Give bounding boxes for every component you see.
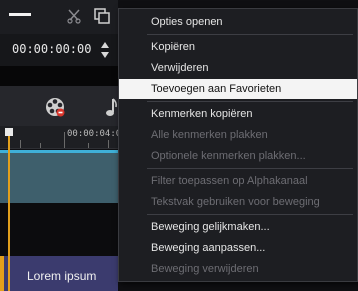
playhead-line[interactable]	[8, 128, 10, 291]
ruler-time-label: 00:00:04:0	[67, 129, 122, 139]
menu-item-open-options[interactable]: Opties openen	[119, 12, 357, 32]
ruler-tick	[20, 140, 21, 148]
playhead-handle[interactable]	[5, 128, 13, 136]
menu-item-add-to-favorites[interactable]: Toevoegen aan Favorieten	[119, 79, 357, 99]
menu-item-apply-alpha-filter[interactable]: Filter toepassen op Alphakanaal	[119, 171, 357, 191]
menu-item-copy-attributes[interactable]: Kenmerken kopiëren	[119, 104, 357, 124]
ruler-tick	[64, 132, 65, 148]
ruler-tick	[88, 143, 89, 148]
text-clip-label: Lorem ipsum	[27, 269, 97, 283]
context-menu: Opties openen Kopiëren Verwijderen Toevo…	[118, 8, 358, 282]
timecode-display[interactable]: 00:00:00:00	[12, 42, 91, 58]
menu-item-copy[interactable]: Kopiëren	[119, 37, 357, 57]
menu-item-paste-all-attributes[interactable]: Alle kenmerken plakken	[119, 125, 357, 145]
menu-item-customize-motion[interactable]: Beweging aanpassen...	[119, 238, 357, 258]
toolbar-indicator	[9, 13, 31, 16]
menu-item-remove-motion[interactable]: Beweging verwijderen	[119, 259, 357, 279]
menu-item-delete[interactable]: Verwijderen	[119, 58, 357, 78]
menu-separator	[147, 101, 353, 102]
ruler-tick	[108, 140, 109, 148]
empty-track[interactable]	[0, 203, 125, 256]
menu-separator	[147, 214, 353, 215]
scissors-icon[interactable]	[66, 8, 82, 24]
menu-separator	[147, 168, 353, 169]
menu-item-use-textbox-motion[interactable]: Tekstvak gebruiken voor beweging	[119, 192, 357, 212]
video-track-clip[interactable]	[0, 153, 125, 203]
separator-band	[0, 66, 125, 86]
music-note-icon[interactable]	[104, 96, 118, 118]
menu-item-paste-optional-attributes[interactable]: Optionele kenmerken plakken...	[119, 146, 357, 166]
film-reel-icon[interactable]	[44, 96, 66, 118]
ruler-tick	[40, 143, 41, 148]
menu-separator	[147, 34, 353, 35]
menu-item-match-motion[interactable]: Beweging gelijkmaken...	[119, 217, 357, 237]
spinner-arrows-icon[interactable]	[100, 40, 110, 60]
copy-icon[interactable]	[93, 7, 111, 25]
video-editor-window: 00:00:00:00 00:00:04:0 Lorem ipsum Optie…	[0, 0, 358, 291]
